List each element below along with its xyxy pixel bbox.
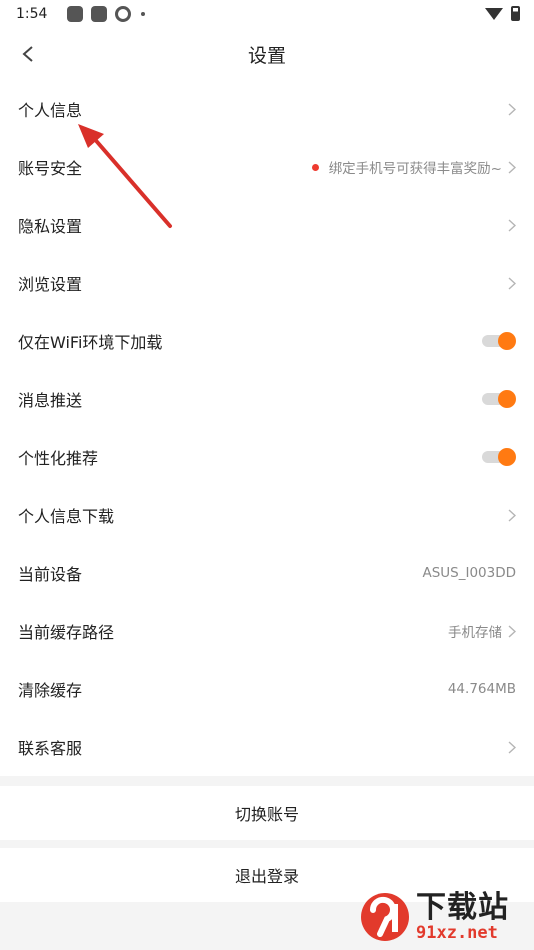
section-gap <box>0 840 534 848</box>
battery-icon <box>511 6 520 21</box>
settings-item-label: 个人信息 <box>18 101 83 120</box>
settings-item-label: 隐私设置 <box>18 217 83 236</box>
settings-item-label: 联系客服 <box>18 739 83 758</box>
settings-item-wifi-only: 仅在WiFi环境下加载 <box>0 312 534 370</box>
status-bar: 1:54 <box>0 0 534 28</box>
notice-badge <box>311 163 319 171</box>
wifi-icon <box>485 7 503 20</box>
watermark-title: 下载站 <box>416 889 509 925</box>
wifi-only-toggle[interactable] <box>482 332 516 350</box>
back-button[interactable] <box>16 42 40 66</box>
page-title: 设置 <box>247 44 286 67</box>
settings-item-personal-info[interactable]: 个人信息 <box>0 80 534 138</box>
section-gap <box>0 776 534 786</box>
settings-item-value: ASUS_I003DD <box>422 565 516 581</box>
settings-item-customer-service[interactable]: 联系客服 <box>0 718 534 776</box>
site-logo-icon <box>358 890 412 944</box>
switch-account-button[interactable]: 切换账号 <box>0 786 534 840</box>
settings-item-push: 消息推送 <box>0 370 534 428</box>
chevron-right-icon <box>508 624 516 638</box>
settings-item-personalized: 个性化推荐 <box>0 428 534 486</box>
chevron-right-icon <box>508 276 516 290</box>
notification-icon <box>67 6 84 22</box>
settings-list: 个人信息 账号安全 绑定手机号可获得丰富奖励~ 隐私设置 浏览设置 仅在WiFi… <box>0 80 534 776</box>
notification-icon <box>91 6 108 22</box>
settings-item-label: 浏览设置 <box>18 275 83 294</box>
push-toggle[interactable] <box>482 390 516 408</box>
sync-icon <box>115 6 132 22</box>
settings-item-device: 当前设备 ASUS_I003DD <box>0 544 534 602</box>
settings-item-cache-path[interactable]: 当前缓存路径 手机存储 <box>0 602 534 660</box>
personalized-toggle[interactable] <box>482 448 516 466</box>
settings-item-value: 绑定手机号可获得丰富奖励~ <box>328 161 502 177</box>
settings-item-account-security[interactable]: 账号安全 绑定手机号可获得丰富奖励~ <box>0 138 534 196</box>
settings-item-clear-cache[interactable]: 清除缓存 44.764MB <box>0 660 534 718</box>
settings-item-label: 清除缓存 <box>18 681 83 700</box>
chevron-right-icon <box>508 740 516 754</box>
settings-item-label: 个性化推荐 <box>18 449 99 468</box>
site-watermark: 下载站 91xz.net <box>358 888 528 946</box>
settings-item-privacy[interactable]: 隐私设置 <box>0 196 534 254</box>
chevron-right-icon <box>508 160 516 174</box>
chevron-right-icon <box>508 218 516 232</box>
settings-item-label: 当前设备 <box>18 565 83 584</box>
settings-item-label: 个人信息下载 <box>18 507 115 526</box>
chevron-left-icon <box>22 46 33 62</box>
settings-item-value: 手机存储 <box>448 625 502 641</box>
app-header: 设置 <box>0 28 534 80</box>
settings-item-label: 账号安全 <box>18 159 83 178</box>
settings-item-label: 当前缓存路径 <box>18 623 115 642</box>
settings-item-label: 仅在WiFi环境下加载 <box>18 333 163 352</box>
chevron-right-icon <box>508 102 516 116</box>
more-notifications-icon <box>141 12 146 16</box>
settings-item-label: 消息推送 <box>18 391 83 410</box>
watermark-domain: 91xz.net <box>416 922 498 943</box>
status-time: 1:54 <box>16 6 48 22</box>
settings-item-browsing[interactable]: 浏览设置 <box>0 254 534 312</box>
settings-item-value: 44.764MB <box>447 681 516 697</box>
settings-item-info-download[interactable]: 个人信息下载 <box>0 486 534 544</box>
chevron-right-icon <box>508 508 516 522</box>
